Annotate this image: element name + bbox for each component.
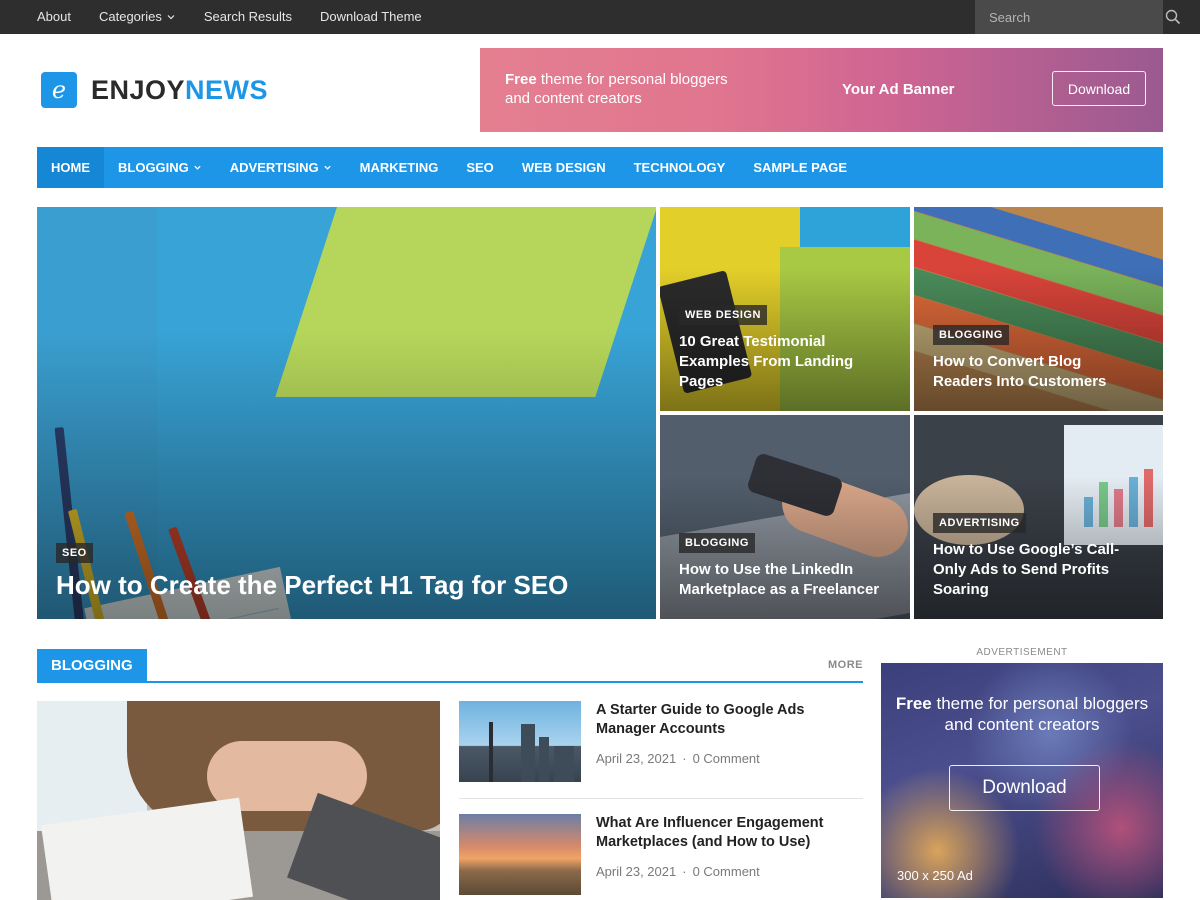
post-title[interactable]: How to Create the Perfect H1 Tag for SEO: [56, 569, 568, 601]
nav-item-web-design[interactable]: Web Design: [508, 147, 620, 188]
post-title[interactable]: How to Use the LinkedIn Marketplace as a…: [679, 560, 894, 600]
post-meta: April 23, 2021 · 0 Comment: [596, 864, 760, 879]
banner-text: Free theme for personal bloggers and con…: [505, 70, 745, 108]
post-meta: April 23, 2021 · 0 Comment: [596, 751, 760, 766]
nav-item-advertising[interactable]: Advertising: [216, 147, 346, 188]
post-comments[interactable]: 0 Comment: [693, 751, 760, 766]
top-link-categories[interactable]: Categories: [99, 0, 176, 34]
post-title[interactable]: 10 Great Testimonial Examples From Landi…: [679, 332, 879, 392]
sidebar-ad-description: theme for personal bloggers and content …: [931, 694, 1149, 734]
section-title[interactable]: Blogging: [37, 649, 147, 682]
nav-item-label: Web Design: [521, 160, 606, 175]
featured-post[interactable]: Blogging How to Convert Blog Readers Int…: [914, 207, 1163, 411]
featured-post[interactable]: Blogging How to Use the LinkedIn Marketp…: [660, 415, 910, 619]
nav-item-label: Home: [51, 160, 90, 175]
top-link-about[interactable]: About: [37, 0, 71, 34]
featured-main-post[interactable]: SEO How to Create the Perfect H1 Tag for…: [37, 207, 656, 619]
advertisement-label: ADVERTISEMENT: [976, 647, 1068, 658]
nav-item-sample-page[interactable]: Sample Page: [739, 147, 861, 188]
top-link-label: Search Results: [203, 9, 293, 24]
post-title[interactable]: A Starter Guide to Google Ads Manager Ac…: [596, 701, 846, 739]
post-date: April 23, 2021: [596, 864, 677, 879]
sidebar-ad[interactable]: Free theme for personal bloggers and con…: [881, 663, 1163, 898]
search-icon[interactable]: [1165, 0, 1181, 34]
sidebar-ad-text: Free theme for personal bloggers and con…: [881, 693, 1163, 735]
category-badge[interactable]: Web Design: [679, 305, 767, 325]
nav-item-label: Blogging: [118, 160, 189, 175]
post-comments[interactable]: 0 Comment: [693, 864, 760, 879]
post-date: April 23, 2021: [596, 751, 677, 766]
logo-icon: e: [41, 72, 77, 108]
sidebar-ad-size: 300 x 250 Ad: [897, 868, 973, 883]
top-search: [975, 0, 1181, 34]
section-header: Blogging MORE: [37, 649, 863, 683]
nav-item-label: Advertising: [229, 160, 319, 175]
banner-free: Free: [505, 71, 537, 88]
main-nav: Home Blogging Advertising Marketing SEO …: [37, 147, 1163, 188]
sidebar-ad-free: Free: [895, 694, 932, 713]
banner-description: theme for personal bloggers and content …: [505, 71, 728, 107]
chevron-down-icon: [194, 165, 201, 170]
top-nav: About Categories Search Results Download…: [37, 0, 450, 34]
top-link-label: About: [37, 9, 71, 24]
featured-post[interactable]: Web Design 10 Great Testimonial Examples…: [660, 207, 910, 411]
category-badge[interactable]: Blogging: [679, 533, 755, 553]
site-title-part1: ENJOY: [91, 74, 186, 105]
post-title[interactable]: How to Convert Blog Readers Into Custome…: [933, 352, 1133, 392]
sidebar-download-button[interactable]: Download: [949, 765, 1100, 811]
post-title[interactable]: How to Use Google’s Call-Only Ads to Sen…: [933, 540, 1148, 600]
top-bar: About Categories Search Results Download…: [0, 0, 1200, 34]
search-input[interactable]: [975, 9, 1165, 25]
nav-item-label: Technology: [633, 160, 726, 175]
category-badge[interactable]: Blogging: [933, 325, 1009, 345]
banner-download-button[interactable]: Download: [1052, 71, 1146, 106]
banner-ad-label: Your Ad Banner: [842, 81, 955, 98]
more-link[interactable]: MORE: [828, 659, 863, 671]
logo-letter: e: [51, 76, 67, 104]
header-ad-banner[interactable]: Free theme for personal bloggers and con…: [480, 48, 1163, 132]
nav-item-blogging[interactable]: Blogging: [104, 147, 216, 188]
post-title[interactable]: What Are Influencer Engagement Marketpla…: [596, 814, 846, 852]
site-title: ENJOYNEWS: [91, 75, 268, 106]
list-item: A Starter Guide to Google Ads Manager Ac…: [459, 701, 863, 799]
nav-item-marketing[interactable]: Marketing: [346, 147, 453, 188]
nav-item-seo[interactable]: SEO: [452, 147, 507, 188]
category-badge[interactable]: Advertising: [933, 513, 1026, 533]
top-link-download-theme[interactable]: Download Theme: [320, 0, 422, 34]
nav-item-label: Marketing: [359, 160, 439, 175]
site-logo[interactable]: e ENJOYNEWS: [41, 72, 268, 108]
top-link-search-results[interactable]: Search Results: [204, 0, 292, 34]
post-thumbnail[interactable]: [459, 814, 581, 895]
top-link-label: Categories: [98, 9, 162, 24]
nav-item-home[interactable]: Home: [37, 147, 104, 188]
post-thumbnail[interactable]: [459, 701, 581, 782]
top-link-label: Download Theme: [320, 9, 422, 24]
featured-post[interactable]: Advertising How to Use Google’s Call-Onl…: [914, 415, 1163, 619]
site-title-part2: NEWS: [185, 74, 269, 105]
chevron-down-icon: [167, 15, 175, 20]
nav-item-technology[interactable]: Technology: [620, 147, 740, 188]
list-item: What Are Influencer Engagement Marketpla…: [459, 814, 863, 900]
chevron-down-icon: [323, 165, 331, 170]
nav-item-label: Sample Page: [753, 160, 848, 175]
section-main-post-image[interactable]: [37, 701, 440, 900]
category-badge[interactable]: SEO: [56, 543, 93, 563]
nav-item-label: SEO: [466, 160, 494, 175]
